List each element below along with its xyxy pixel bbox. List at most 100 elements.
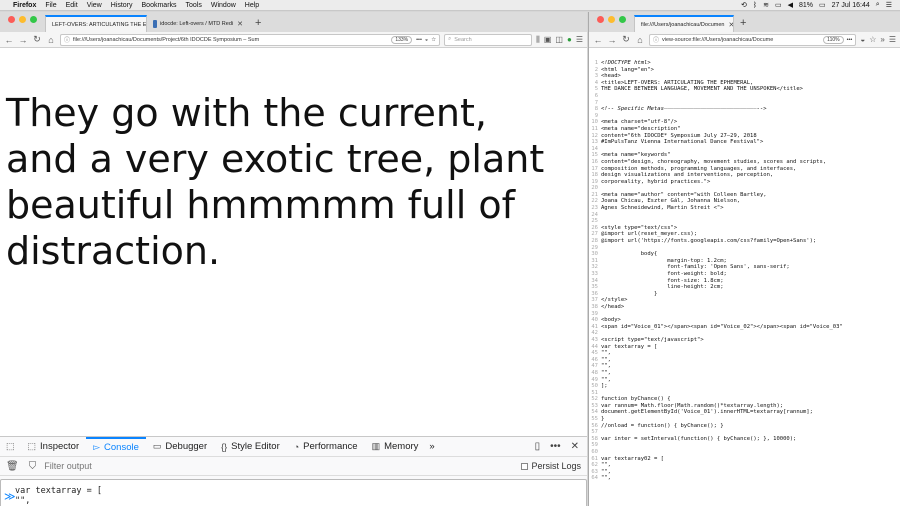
clock[interactable]: 27 Jul 16:44 — [832, 2, 870, 9]
menu-edit[interactable]: Edit — [66, 2, 78, 9]
hamburger-menu-icon[interactable]: ☰ — [576, 35, 583, 45]
source-line: 55} — [589, 416, 900, 423]
page-actions-icon[interactable]: ••• — [847, 37, 853, 43]
source-code: body{ — [601, 251, 658, 258]
back-icon[interactable]: ← — [4, 35, 14, 45]
pocket-icon[interactable]: ◒ — [425, 37, 428, 43]
menu-tools[interactable]: Tools — [186, 2, 202, 9]
zoom-window-button[interactable] — [619, 15, 626, 23]
zoom-indicator[interactable]: 133% — [391, 35, 413, 44]
clear-console-trash-icon[interactable]: 🗑 — [6, 461, 19, 472]
library-icon[interactable]: ⫼ — [536, 35, 540, 45]
forward-icon[interactable]: → — [607, 35, 617, 45]
bookmark-star-icon[interactable]: ☆ — [869, 35, 876, 44]
site-favicon-icon — [153, 19, 158, 28]
volume-icon[interactable]: ◀ — [788, 1, 793, 9]
tab-strip: file:///Users/joanachicau/Documen ✕ + — [589, 12, 900, 32]
notification-icon[interactable]: ☰ — [886, 1, 892, 9]
minimize-window-button[interactable] — [608, 15, 615, 23]
source-line: 46 "", — [589, 357, 900, 364]
tab-debugger[interactable]: ▭ Debugger — [146, 437, 214, 457]
tab-idocde[interactable]: idocde: Left-overs / MTD Redi ✕ — [147, 15, 249, 32]
search-input[interactable]: ⌕ Search — [444, 33, 533, 46]
line-number: 39 — [591, 310, 598, 317]
source-line: 30 body{ — [589, 251, 900, 258]
filter-output-input[interactable]: Filter output — [44, 461, 92, 471]
tab-left-overs[interactable]: LEFT-OVERS: ARTICULATING THE E ✕ — [45, 15, 147, 32]
devtools-menu-icon[interactable]: ••• — [550, 441, 561, 452]
source-code: <html lang="en"> — [601, 66, 654, 73]
menu-view[interactable]: View — [87, 2, 102, 9]
tab-label: Style Editor — [231, 441, 280, 452]
bookmark-star-icon[interactable]: ☆ — [431, 37, 436, 43]
dock-side-icon[interactable]: ▯ — [535, 441, 541, 452]
home-icon[interactable]: ⌂ — [635, 35, 645, 45]
reload-icon[interactable]: ↻ — [32, 34, 42, 45]
menu-bookmarks[interactable]: Bookmarks — [142, 2, 177, 9]
tab-performance[interactable]: ◔ Performance — [287, 437, 365, 457]
url-bar[interactable]: ⓘ file:///Users/joanachicau/Documents/Pr… — [60, 33, 441, 46]
menu-app-name[interactable]: Firefox — [13, 2, 36, 9]
spotlight-icon[interactable]: ⌕ — [876, 1, 880, 9]
home-icon[interactable]: ⌂ — [46, 35, 56, 45]
overflow-chevron-icon[interactable]: » — [880, 35, 884, 44]
url-text: file:///Users/joanachicau/Documents/Proj… — [73, 36, 260, 43]
more-tools-chevron-icon[interactable]: » — [425, 441, 434, 452]
source-line: 36 } — [589, 291, 900, 298]
airplay-icon[interactable]: ▭ — [775, 1, 782, 9]
zoom-indicator[interactable]: 110% — [823, 35, 844, 44]
wifi-icon[interactable]: ≋ — [763, 1, 769, 9]
source-line: 33 font-weight: bold; — [589, 271, 900, 278]
new-tab-button[interactable]: + — [734, 17, 752, 32]
source-code: <span id="Voice_01"></span><span id="Voi… — [601, 323, 843, 330]
source-line: 11 <meta name="description" — [589, 126, 900, 133]
close-tab-icon[interactable]: ✕ — [724, 21, 733, 29]
menu-history[interactable]: History — [111, 2, 133, 9]
sidebar-icon[interactable]: ◫ — [555, 35, 563, 45]
tab-style-editor[interactable]: {} Style Editor — [214, 437, 287, 457]
synced-tabs-icon[interactable]: ▣ — [544, 35, 552, 45]
tab-view-source[interactable]: file:///Users/joanachicau/Documen ✕ — [634, 15, 734, 32]
menu-help[interactable]: Help — [245, 2, 259, 9]
line-number: 35 — [591, 284, 598, 291]
minimize-window-button[interactable] — [19, 15, 26, 23]
source-line: 16 content="design, choreography, movemen… — [589, 159, 900, 166]
tab-label: Inspector — [40, 441, 80, 452]
source-line: 63 "", — [589, 469, 900, 476]
info-icon[interactable]: ⓘ — [653, 35, 659, 44]
info-icon[interactable]: ⓘ — [64, 35, 70, 44]
url-bar[interactable]: ⓘ view-source:file:///Users/joanachicau/… — [649, 33, 857, 46]
close-window-button[interactable] — [597, 15, 604, 23]
toolbar-icons: ⫼ ▣ ◫ ● ☰ — [536, 35, 583, 45]
forward-icon[interactable]: → — [18, 35, 28, 45]
console-input[interactable]: ≫ var textarray = ["",… — [0, 479, 587, 506]
bluetooth-icon[interactable]: ᛒ — [753, 2, 757, 9]
extension-icon[interactable]: ● — [567, 35, 572, 45]
new-tab-button[interactable]: + — [249, 17, 267, 32]
tab-memory[interactable]: ▥ Memory — [365, 437, 426, 457]
close-window-button[interactable] — [8, 15, 15, 23]
line-number: 32 — [591, 264, 598, 271]
time-machine-icon[interactable]: ⟲ — [741, 1, 747, 9]
persist-logs-checkbox[interactable] — [521, 462, 529, 470]
page-actions-icon[interactable]: ••• — [416, 37, 422, 43]
tab-console[interactable]: ▻ Console — [86, 436, 146, 457]
hamburger-menu-icon[interactable]: ☰ — [889, 35, 896, 44]
menu-window[interactable]: Window — [211, 2, 236, 9]
zoom-window-button[interactable] — [30, 15, 37, 23]
source-code: </style> — [601, 297, 628, 304]
source-line: 49 "", — [589, 377, 900, 384]
menu-file[interactable]: File — [45, 2, 56, 9]
source-code: "", — [601, 462, 611, 469]
source-code: document.getElementById('Voice_01').inne… — [601, 409, 813, 416]
reload-icon[interactable]: ↻ — [621, 34, 631, 45]
close-devtools-icon[interactable]: ✕ — [571, 441, 579, 452]
back-icon[interactable]: ← — [593, 35, 603, 45]
battery-percent[interactable]: 81% — [799, 2, 813, 9]
pocket-icon[interactable]: ◒ — [860, 35, 865, 44]
close-tab-icon[interactable]: ✕ — [233, 20, 243, 28]
element-picker-icon[interactable]: ⬚ — [6, 441, 15, 452]
battery-icon[interactable]: ▭ — [819, 1, 826, 9]
tab-inspector[interactable]: ⬚ Inspector — [21, 437, 87, 457]
persist-logs-toggle[interactable]: Persist Logs — [521, 461, 587, 471]
